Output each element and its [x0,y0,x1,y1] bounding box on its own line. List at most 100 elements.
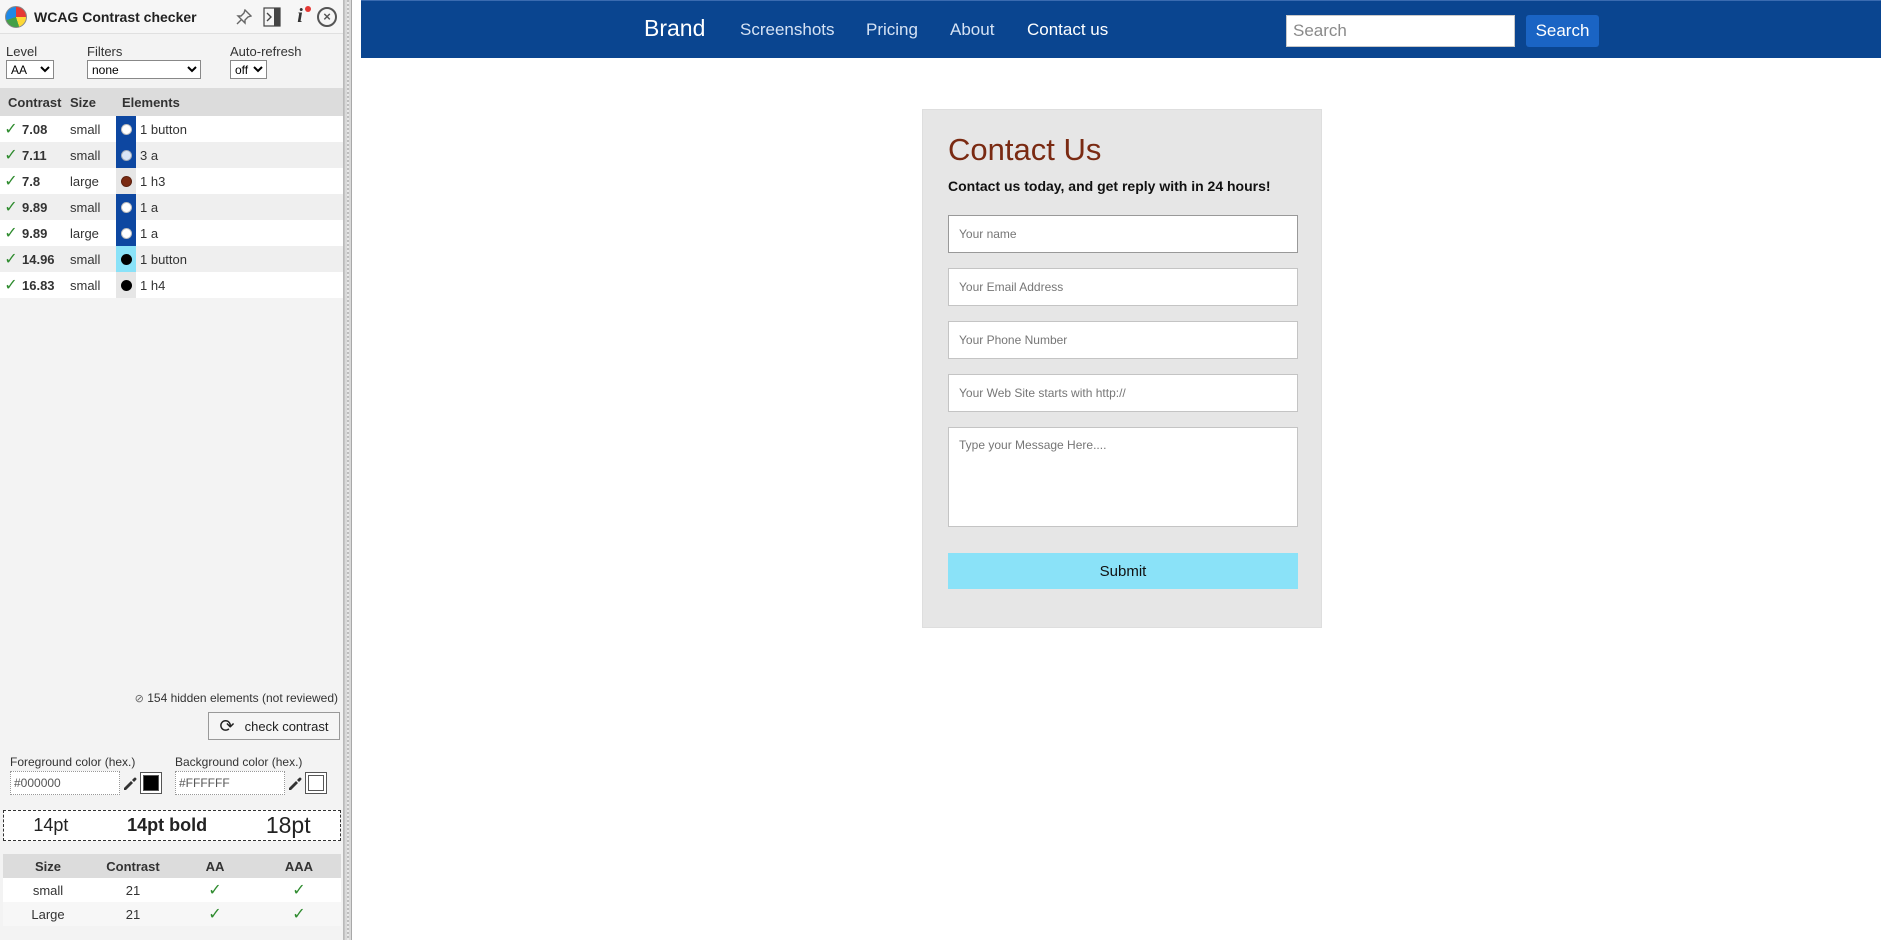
name-field[interactable] [948,215,1298,253]
summary-header: Size Contrast AA AAA [3,854,341,878]
level-select[interactable]: AA [6,60,54,79]
contrast-checker-panel: WCAG Contrast checker i × Level AA Filte… [0,0,344,940]
result-size: large [70,225,99,241]
background-swatch[interactable] [305,772,327,794]
col-size[interactable]: Size [70,95,122,110]
foreground-swatch[interactable] [140,772,162,794]
filters-control: Filters none [87,44,230,82]
notification-dot [305,5,311,12]
hidden-elements-info: ⊘ 154 hidden elements (not reviewed) [0,691,338,705]
foreground-label: Foreground color (hex.) [10,755,136,769]
summary-row: small 21 ✓ ✓ [3,878,341,902]
message-field[interactable] [948,427,1298,527]
result-contrast: 9.89 [22,199,48,215]
search-input[interactable] [1286,15,1515,47]
result-row[interactable]: ✓ 9.89 large 1 a [0,220,343,246]
phone-field[interactable] [948,321,1298,359]
color-wheel-logo-icon [5,5,27,28]
summary-col-contrast: Contrast [106,858,160,874]
eyedropper-icon[interactable] [285,771,305,795]
check-icon: ✓ [208,882,222,899]
auto-refresh-label: Auto-refresh [230,44,302,59]
col-contrast[interactable]: Contrast [0,95,70,110]
result-contrast: 7.8 [22,173,41,189]
email-field[interactable] [948,268,1298,306]
result-elements[interactable]: 1 a [140,226,343,241]
check-icon: ✓ [4,121,18,138]
background-input[interactable] [175,771,285,795]
summary-row: Large 21 ✓ ✓ [3,902,341,926]
nav-pricing[interactable]: Pricing [866,20,918,40]
background-group: Background color (hex.) [175,755,340,795]
result-elements[interactable]: 1 button [140,122,343,137]
result-row[interactable]: ✓ 7.08 small 1 button [0,116,343,142]
summary-contrast: 21 [125,906,141,922]
result-row[interactable]: ✓ 16.83 small 1 h4 [0,272,343,298]
check-icon: ✓ [4,225,18,242]
check-contrast-button[interactable]: ⟳ check contrast [208,712,340,740]
color-swatch [116,194,136,220]
color-swatch [116,220,136,246]
result-elements[interactable]: 1 button [140,252,343,267]
brand-link[interactable]: Brand [644,15,705,42]
nav-contact-us[interactable]: Contact us [1027,20,1108,40]
auto-refresh-control: Auto-refresh off [230,44,302,82]
foreground-input[interactable] [10,771,120,795]
pin-icon[interactable] [233,6,255,28]
level-control: Level AA [6,44,87,82]
contact-title: Contact Us [948,132,1102,167]
contact-subtitle: Contact us today, and get reply with in … [948,178,1271,194]
result-elements[interactable]: 1 h4 [140,278,343,293]
result-row[interactable]: ✓ 14.96 small 1 button [0,246,343,272]
result-contrast: 14.96 [22,251,55,267]
result-contrast: 9.89 [22,225,48,241]
color-swatch [116,116,136,142]
info-icon[interactable]: i [289,5,311,28]
result-row[interactable]: ✓ 7.11 small 3 a [0,142,343,168]
check-contrast-label: check contrast [244,718,329,734]
check-icon: ✓ [4,251,18,268]
contact-form-card: Contact Us Contact us today, and get rep… [922,109,1322,628]
result-row[interactable]: ✓ 7.8 large 1 h3 [0,168,343,194]
color-swatch [116,168,136,194]
result-size: small [70,251,101,267]
results-header: Contrast Size Elements [0,88,343,116]
result-size: small [70,121,101,137]
website-viewport: Brand Screenshots Pricing About Contact … [361,0,1881,940]
navbar: Brand Screenshots Pricing About Contact … [361,0,1881,58]
hidden-eye-icon: ⊘ [134,693,144,705]
result-size: small [70,199,101,215]
nav-screenshots[interactable]: Screenshots [740,20,835,40]
dock-side-icon[interactable] [261,6,283,28]
check-icon: ✓ [4,277,18,294]
result-elements[interactable]: 3 a [140,148,343,163]
background-label: Background color (hex.) [175,755,303,769]
refresh-icon: ⟳ [219,715,235,736]
check-icon: ✓ [208,906,222,923]
search-button[interactable]: Search [1526,15,1599,47]
color-swatch [116,142,136,168]
level-label: Level [6,44,38,59]
panel-splitter[interactable] [344,0,352,940]
result-row[interactable]: ✓ 9.89 small 1 a [0,194,343,220]
submit-button[interactable]: Submit [948,553,1298,589]
contrast-summary-table: Size Contrast AA AAA small 21 ✓ ✓ Large … [3,854,341,926]
color-inputs: Foreground color (hex.) Background color… [10,755,340,795]
filters-select[interactable]: none [87,60,201,79]
eyedropper-icon[interactable] [120,771,140,795]
results-list: ✓ 7.08 small 1 button ✓ 7.11 small 3 a ✓ 7.8 large… [0,116,343,298]
foreground-group: Foreground color (hex.) [10,755,175,795]
summary-size: Large [31,906,65,922]
col-elements[interactable]: Elements [122,95,180,110]
preview-14pt-bold: 14pt bold [127,815,208,835]
nav-about[interactable]: About [950,20,994,40]
result-elements[interactable]: 1 a [140,200,343,215]
result-size: small [70,277,101,293]
website-field[interactable] [948,374,1298,412]
result-elements[interactable]: 1 h3 [140,174,343,189]
auto-refresh-select[interactable]: off [230,60,267,79]
result-size: large [70,173,99,189]
check-icon: ✓ [4,147,18,164]
color-swatch [116,272,136,298]
close-icon[interactable]: × [317,6,337,27]
